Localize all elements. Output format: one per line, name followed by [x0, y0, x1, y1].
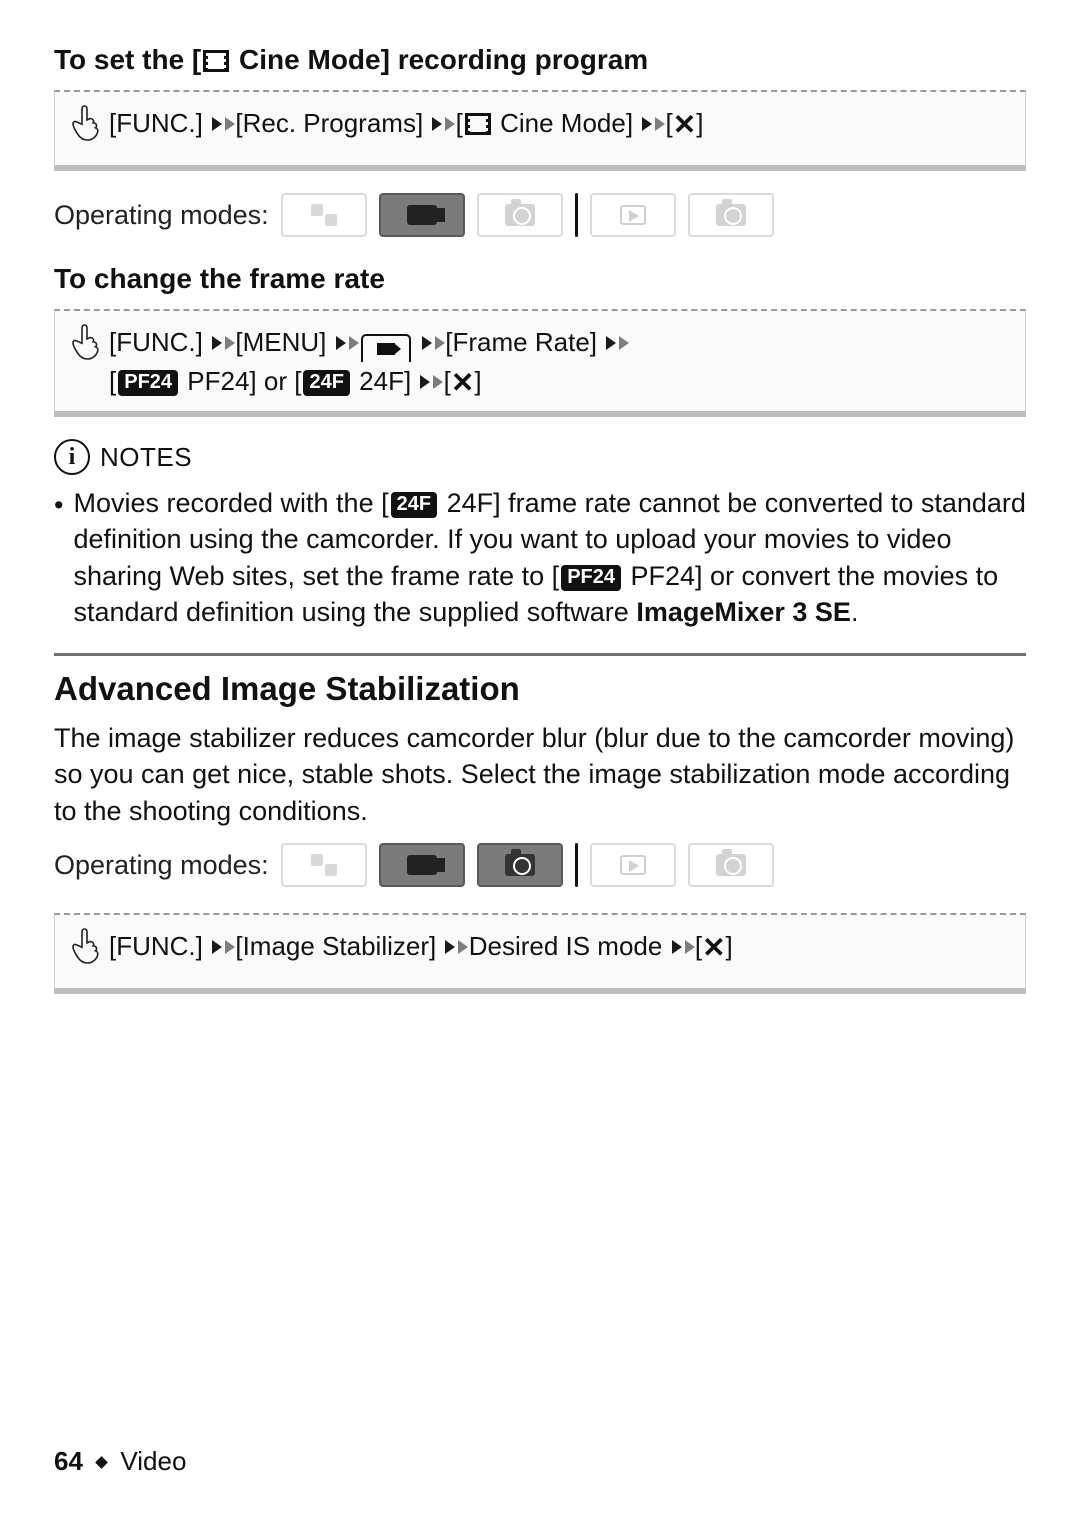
text: [ — [666, 108, 673, 138]
touch-hand-icon — [69, 104, 103, 155]
pf24-badge-icon: PF24 — [118, 370, 178, 396]
step-desired-is: Desired IS mode — [469, 931, 663, 961]
advance-icon — [432, 117, 442, 131]
page-footer: 64 Video — [54, 1446, 186, 1477]
operating-modes-row: Operating modes: — [54, 193, 1026, 237]
operating-modes-label: Operating modes: — [54, 850, 269, 881]
info-icon: i — [54, 439, 90, 475]
cine-icon — [203, 50, 229, 72]
advance-icon — [642, 117, 652, 131]
step-menu: [MENU] — [235, 327, 326, 357]
step-func: [FUNC.] — [109, 931, 203, 961]
advance-icon — [672, 940, 682, 954]
text: ] — [696, 108, 703, 138]
notes-label: NOTES — [100, 442, 192, 473]
heading-image-stabilization: Advanced Image Stabilization — [54, 670, 1026, 708]
24f-badge-icon: 24F — [391, 492, 437, 518]
sequence-content: [FUNC.] [Image Stabilizer] Desired IS mo… — [109, 927, 1011, 966]
software-name: ImageMixer 3 SE — [636, 597, 851, 627]
text: Movies recorded with the [ — [73, 488, 388, 518]
text: ] — [474, 366, 481, 396]
step-cine-mode: Cine Mode] — [493, 108, 633, 138]
text: [ — [456, 108, 463, 138]
step-image-stabilizer: [Image Stabilizer] — [235, 931, 436, 961]
advance-icon — [212, 940, 222, 954]
option-pf24: PF24] — [180, 366, 257, 396]
manual-page: To set the [ Cine Mode] recording progra… — [0, 0, 1080, 1521]
pf24-badge-icon: PF24 — [561, 565, 621, 591]
sequence-content: [FUNC.] [MENU] [Frame Rate] [PF24 PF24] … — [109, 323, 1011, 401]
advance-icon — [606, 336, 616, 350]
mode-separator — [575, 193, 578, 237]
text: To set the [ — [54, 44, 201, 75]
advance-icon — [445, 940, 455, 954]
text: ] — [726, 931, 733, 961]
paragraph-is: The image stabilizer reduces camcorder b… — [54, 720, 1026, 829]
sequence-image-stabilizer: [FUNC.] [Image Stabilizer] Desired IS mo… — [54, 913, 1026, 994]
mode-record-movie-icon — [379, 193, 465, 237]
mode-play-photo-icon — [688, 193, 774, 237]
text: [ — [109, 366, 116, 396]
page-number: 64 — [54, 1446, 83, 1476]
sequence-content: [FUNC.] [Rec. Programs] [ Cine Mode] [✕] — [109, 104, 1011, 143]
bullet-icon: • — [54, 485, 63, 631]
touch-hand-icon — [69, 927, 103, 978]
heading-cine-mode: To set the [ Cine Mode] recording progra… — [54, 44, 1026, 76]
24f-badge-icon: 24F — [303, 370, 349, 396]
advance-icon — [420, 375, 430, 389]
advance-icon — [422, 336, 432, 350]
sequence-cine-mode: [FUNC.] [Rec. Programs] [ Cine Mode] [✕] — [54, 90, 1026, 171]
close-x-icon: ✕ — [673, 111, 696, 139]
advance-icon — [212, 117, 222, 131]
close-x-icon: ✕ — [702, 934, 725, 962]
cine-icon — [465, 113, 491, 135]
mode-play-movie-icon — [590, 843, 676, 887]
advance-icon — [336, 336, 346, 350]
operating-modes-row: Operating modes: — [54, 843, 1026, 887]
text: . — [851, 597, 859, 627]
text: [ — [294, 366, 301, 396]
mode-easy-icon — [281, 843, 367, 887]
heading-frame-rate: To change the frame rate — [54, 263, 1026, 295]
step-func: [FUNC.] — [109, 327, 203, 357]
touch-hand-icon — [69, 323, 103, 374]
mode-record-movie-icon — [379, 843, 465, 887]
chapter-name: Video — [120, 1446, 186, 1476]
text: [ — [444, 366, 451, 396]
mode-easy-icon — [281, 193, 367, 237]
option-24f: 24F] — [352, 366, 411, 396]
notes-header: i NOTES — [54, 439, 1026, 475]
advance-icon — [212, 336, 222, 350]
diamond-icon — [95, 1456, 108, 1469]
sequence-frame-rate: [FUNC.] [MENU] [Frame Rate] [PF24 PF24] … — [54, 309, 1026, 417]
mode-record-photo-icon — [477, 193, 563, 237]
mode-record-photo-icon — [477, 843, 563, 887]
notes-text: Movies recorded with the [24F 24F] frame… — [73, 485, 1026, 631]
mode-play-photo-icon — [688, 843, 774, 887]
camera-tab-icon — [361, 334, 411, 362]
close-x-icon: ✕ — [451, 369, 474, 397]
section-divider — [54, 653, 1026, 656]
step-rec-programs: [Rec. Programs] — [235, 108, 423, 138]
step-func: [FUNC.] — [109, 108, 203, 138]
mode-separator — [575, 843, 578, 887]
text-or: or — [264, 366, 294, 396]
mode-play-movie-icon — [590, 193, 676, 237]
step-frame-rate: [Frame Rate] — [445, 327, 597, 357]
text: Cine Mode] recording program — [231, 44, 648, 75]
notes-item: • Movies recorded with the [24F 24F] fra… — [54, 485, 1026, 631]
operating-modes-label: Operating modes: — [54, 200, 269, 231]
text: [ — [695, 931, 702, 961]
